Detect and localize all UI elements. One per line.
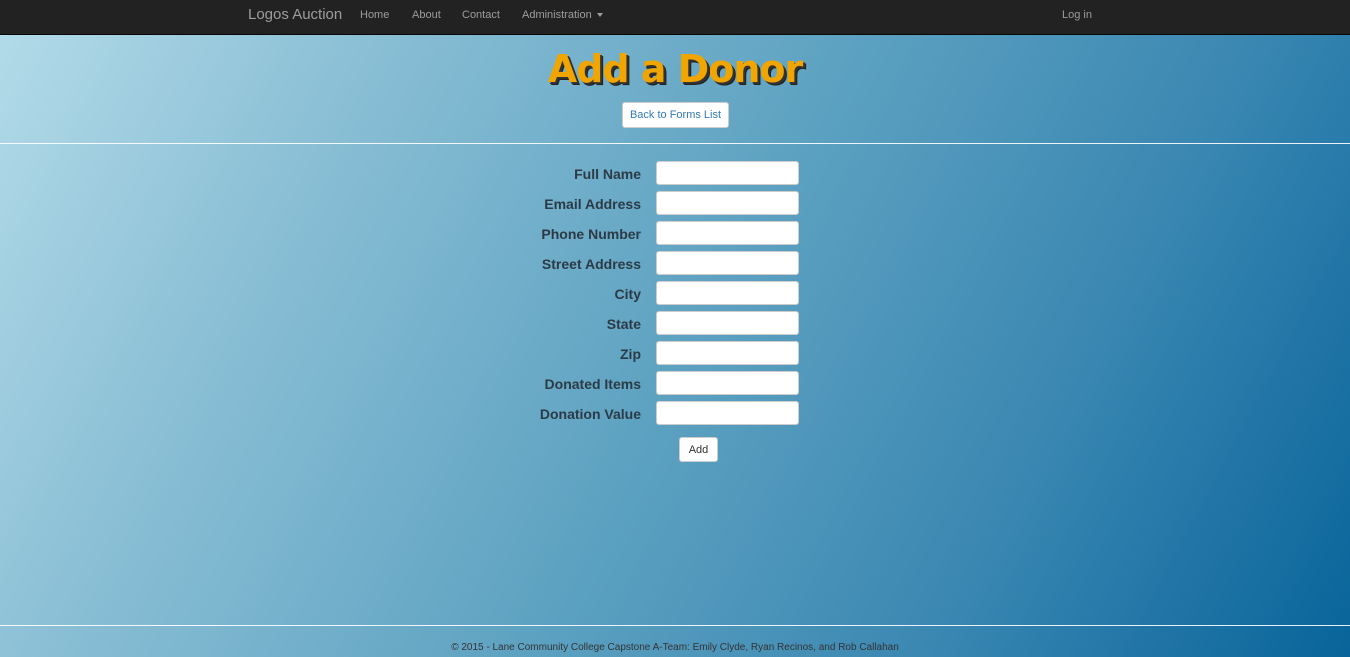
nav-about[interactable]: About <box>412 9 441 21</box>
form-row-street-address: Street Address <box>0 251 1350 277</box>
form-row-phone-number: Phone Number <box>0 221 1350 247</box>
nav-administration-label: Administration <box>522 9 592 21</box>
donation-value-label: Donation Value <box>539 406 641 422</box>
caret-down-icon <box>596 13 603 18</box>
add-button[interactable]: Add <box>679 437 718 462</box>
back-to-forms-button[interactable]: Back to Forms List <box>622 102 729 128</box>
zip-input[interactable] <box>656 341 799 365</box>
state-input[interactable] <box>656 311 799 335</box>
form-row-city: City <box>0 281 1350 307</box>
full-name-label: Full Name <box>574 166 641 182</box>
form-row-zip: Zip <box>0 341 1350 367</box>
street-address-input[interactable] <box>656 251 799 275</box>
email-address-label: Email Address <box>544 196 641 212</box>
form-row-email-address: Email Address <box>0 191 1350 217</box>
page-title: Add a Donor <box>547 47 803 91</box>
city-label: City <box>614 286 641 302</box>
full-name-input[interactable] <box>656 161 799 185</box>
donated-items-label: Donated Items <box>544 376 641 392</box>
form-row-full-name: Full Name <box>0 161 1350 187</box>
footer-copyright: © 2015 - Lane Community College Capstone… <box>451 642 899 653</box>
form-row-donated-items: Donated Items <box>0 371 1350 397</box>
donated-items-input[interactable] <box>656 371 799 395</box>
header-divider <box>0 143 1350 144</box>
donation-value-input[interactable] <box>656 401 799 425</box>
nav-home[interactable]: Home <box>360 9 389 21</box>
phone-number-input[interactable] <box>656 221 799 245</box>
street-address-label: Street Address <box>541 256 641 272</box>
zip-label: Zip <box>620 346 641 362</box>
email-address-input[interactable] <box>656 191 799 215</box>
nav-login[interactable]: Log in <box>1062 9 1092 21</box>
footer-divider <box>0 625 1350 626</box>
form-row-state: State <box>0 311 1350 337</box>
brand-link[interactable]: Logos Auction <box>248 6 342 23</box>
form-row-donation-value: Donation Value <box>0 401 1350 427</box>
nav-administration-dropdown[interactable]: Administration <box>522 9 603 21</box>
city-input[interactable] <box>656 281 799 305</box>
nav-contact[interactable]: Contact <box>462 9 500 21</box>
navbar: Logos Auction Home About Contact Adminis… <box>0 0 1350 35</box>
state-label: State <box>606 316 641 332</box>
phone-number-label: Phone Number <box>541 226 641 242</box>
